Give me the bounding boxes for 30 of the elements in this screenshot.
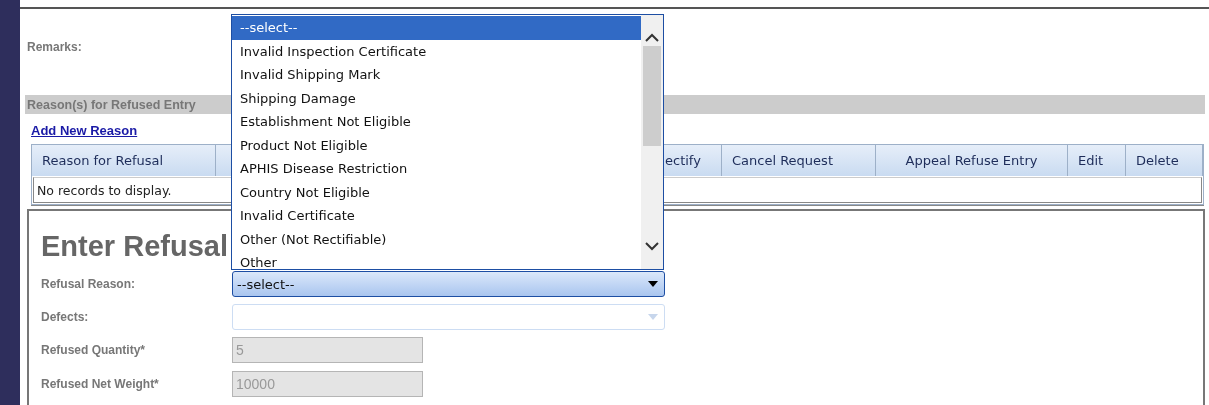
select-field[interactable] <box>232 303 665 330</box>
form-title: Enter Refusal <box>41 229 228 263</box>
scrollbar[interactable] <box>641 15 663 269</box>
scrollbar-thumb[interactable] <box>643 46 661 146</box>
column-header[interactable]: Cancel Request <box>722 145 876 176</box>
column-header[interactable]: Edit <box>1068 145 1126 176</box>
field-label: Defects: <box>41 309 90 324</box>
dropdown-option[interactable]: APHIS Disease Restriction <box>232 157 641 181</box>
column-header[interactable]: Reason for Refusal <box>32 145 216 176</box>
column-header[interactable]: Delete <box>1126 145 1203 176</box>
field-label: Refused Quantity* <box>41 343 146 357</box>
dropdown-option[interactable]: Country Not Eligible <box>232 180 641 204</box>
column-header[interactable]: ectify <box>661 145 722 176</box>
caret-icon <box>648 281 658 287</box>
dropdown-option[interactable]: Invalid Shipping Mark <box>232 63 641 87</box>
chevron-up-icon[interactable] <box>645 33 659 42</box>
select-field[interactable]: --select-- <box>232 271 665 297</box>
column-header[interactable]: Appeal Refuse Entry <box>876 145 1068 176</box>
field-label: Refusal Reason: <box>41 277 137 291</box>
empty-message: No records to display. <box>37 182 172 198</box>
remarks-label: Remarks: <box>27 40 82 54</box>
add-reason-link[interactable]: Add New Reason <box>31 123 138 138</box>
dropdown-option[interactable]: Invalid Certificate <box>232 204 641 228</box>
chevron-down-icon[interactable] <box>645 242 659 251</box>
dropdown-option[interactable]: Product Not Eligible <box>232 133 641 157</box>
field-label: Refused Net Weight* <box>41 377 160 391</box>
dropdown-option[interactable]: --select-- <box>232 16 641 40</box>
dropdown-option[interactable]: Other (Not Rectifiable) <box>232 227 641 251</box>
caret-icon <box>648 313 658 320</box>
dropdown-option[interactable]: Invalid Inspection Certificate <box>232 39 641 63</box>
